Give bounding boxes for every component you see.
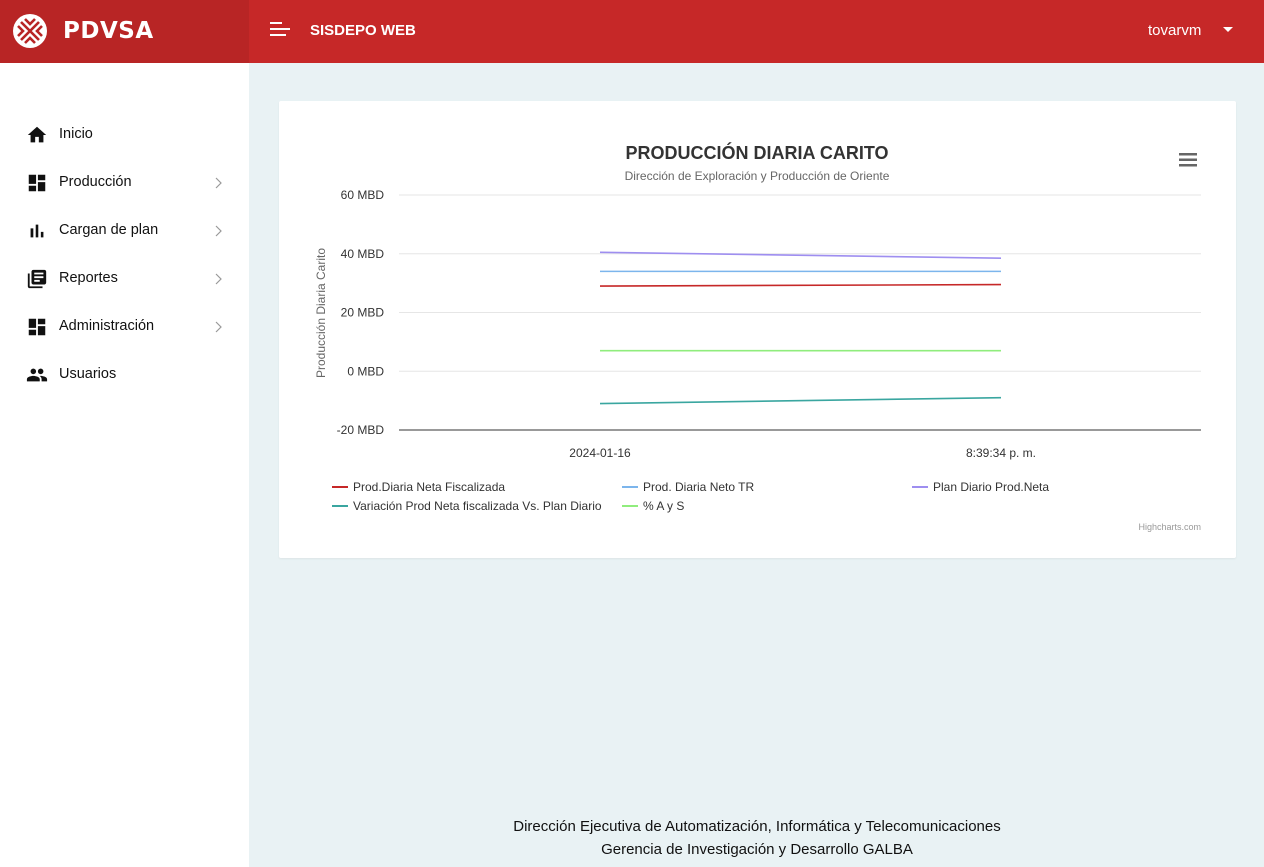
home-icon — [27, 126, 47, 143]
legend-item[interactable]: % A y S — [622, 499, 684, 513]
legend-label: % A y S — [643, 499, 684, 513]
sidebar-item-label: Usuarios — [59, 366, 117, 382]
y-tick-label: -20 MBD — [337, 423, 385, 437]
sidebar-item-label: Producción — [59, 174, 132, 190]
sidebar-item-reportes[interactable]: Reportes — [0, 257, 249, 301]
chart-subtitle: Dirección de Exploración y Producción de… — [625, 169, 890, 183]
brand[interactable]: PDVSA — [0, 0, 249, 63]
footer-line-1: Dirección Ejecutiva de Automatización, I… — [513, 818, 1001, 835]
chevron-right-icon — [215, 321, 222, 333]
library-books-icon — [27, 269, 47, 289]
top-header: PDVSA SISDEPO WEB tovarvm — [0, 0, 1264, 63]
chevron-right-icon — [215, 177, 222, 189]
legend-item[interactable]: Prod. Diaria Neto TR — [622, 480, 754, 494]
x-tick-label: 2024-01-16 — [569, 446, 631, 460]
sidebar-item-label: Cargan de plan — [59, 222, 159, 238]
people-icon — [26, 368, 48, 382]
sidebar-item-cargan-de-plan[interactable]: Cargan de plan — [0, 209, 249, 253]
caret-down-icon[interactable] — [1222, 26, 1234, 34]
y-tick-label: 20 MBD — [341, 306, 385, 320]
sidebar-item-usuarios[interactable]: Usuarios — [0, 353, 249, 397]
sidebar-item-label: Administración — [59, 318, 155, 334]
legend-item[interactable]: Prod.Diaria Neta Fiscalizada — [332, 480, 505, 494]
x-tick-label: 8:39:34 p. m. — [966, 446, 1036, 460]
series-line[interactable] — [599, 396, 1002, 405]
legend-item[interactable]: Variación Prod Neta fiscalizada Vs. Plan… — [332, 499, 602, 513]
brand-name: PDVSA — [63, 18, 154, 44]
sidebar-item-produccion[interactable]: Producción — [0, 161, 249, 205]
y-tick-label: 0 MBD — [347, 364, 384, 378]
pdvsa-logo-icon — [13, 14, 47, 48]
y-tick-label: 60 MBD — [341, 188, 385, 202]
legend-item[interactable]: Plan Diario Prod.Neta — [912, 480, 1049, 494]
chevron-right-icon — [215, 273, 222, 285]
sidebar-item-label: Inicio — [59, 126, 93, 142]
dashboard-icon — [28, 174, 46, 192]
dashboard-icon — [28, 318, 46, 336]
sidebar-item-label: Reportes — [59, 270, 118, 286]
sidebar-item-inicio[interactable]: Inicio — [0, 113, 249, 157]
chart-credits[interactable]: Highcharts.com — [1138, 522, 1201, 532]
chart-context-menu-icon[interactable] — [1179, 153, 1197, 167]
sidebar: Inicio Producción Cargan de plan Reporte… — [0, 63, 249, 867]
legend-label: Prod. Diaria Neto TR — [643, 480, 754, 494]
footer: Dirección Ejecutiva de Automatización, I… — [250, 815, 1264, 861]
sidebar-item-administracion[interactable]: Administración — [0, 305, 249, 349]
menu-toggle-icon[interactable] — [268, 20, 292, 40]
bar-chart-icon — [30, 224, 44, 238]
legend-label: Plan Diario Prod.Neta — [933, 480, 1049, 494]
chevron-right-icon — [215, 225, 222, 237]
legend-label: Prod.Diaria Neta Fiscalizada — [353, 480, 505, 494]
y-axis-label: Producción Diaria Carito — [314, 248, 328, 378]
line-chart: PRODUCCIÓN DIARIA CARITO Dirección de Ex… — [314, 142, 1201, 532]
user-menu[interactable]: tovarvm — [1148, 22, 1201, 39]
y-tick-label: 40 MBD — [341, 247, 385, 261]
series-line[interactable] — [599, 283, 1002, 287]
app-title: SISDEPO WEB — [310, 22, 416, 39]
footer-line-2: Gerencia de Investigación y Desarrollo G… — [601, 841, 913, 858]
chart-title: PRODUCCIÓN DIARIA CARITO — [625, 142, 888, 163]
series-line[interactable] — [599, 251, 1002, 259]
chart-card: PRODUCCIÓN DIARIA CARITO Dirección de Ex… — [279, 101, 1236, 558]
legend-label: Variación Prod Neta fiscalizada Vs. Plan… — [353, 499, 602, 513]
